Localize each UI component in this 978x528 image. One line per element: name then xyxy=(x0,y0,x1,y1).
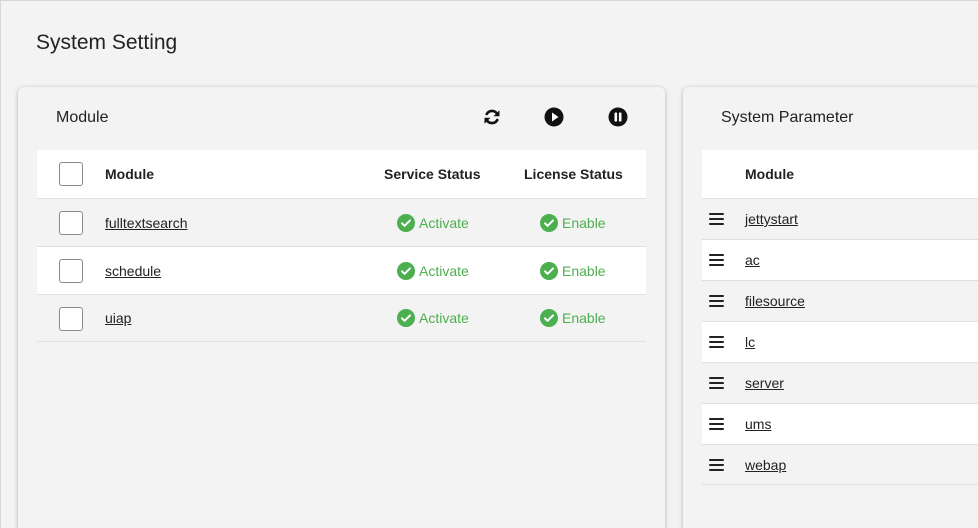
column-header-module[interactable]: Module xyxy=(105,166,154,182)
module-link[interactable]: schedule xyxy=(105,263,161,279)
refresh-button[interactable] xyxy=(481,106,503,128)
parameter-module-link[interactable]: filesource xyxy=(745,293,805,309)
refresh-icon xyxy=(484,109,500,125)
drag-handle-icon[interactable] xyxy=(709,295,724,307)
license-status: Enable xyxy=(540,261,606,280)
column-header-license-status[interactable]: License Status xyxy=(524,166,623,182)
app-frame: System Setting Module Module Service Sta… xyxy=(0,0,978,528)
table-header-row: Module Service Status License Status xyxy=(37,150,646,198)
license-status: Enable xyxy=(540,213,606,232)
parameter-table: Module jettystart ac filesource lc serve… xyxy=(702,150,978,485)
drag-handle-icon[interactable] xyxy=(709,377,724,389)
service-status: Activate xyxy=(397,213,469,232)
drag-handle-icon[interactable] xyxy=(709,418,724,430)
module-panel-title: Module xyxy=(56,109,109,126)
list-item[interactable]: jettystart xyxy=(702,198,978,239)
service-status-text: Activate xyxy=(419,310,469,326)
check-circle-icon xyxy=(397,213,415,232)
service-status: Activate xyxy=(397,261,469,280)
service-status: Activate xyxy=(397,309,469,327)
module-link[interactable]: fulltextsearch xyxy=(105,215,187,231)
list-item[interactable]: webap xyxy=(702,444,978,485)
check-circle-icon xyxy=(397,261,415,280)
play-circle-icon xyxy=(544,107,564,127)
page-title: System Setting xyxy=(36,31,178,54)
check-circle-icon xyxy=(540,309,558,327)
parameter-module-link[interactable]: jettystart xyxy=(745,211,798,227)
list-item[interactable]: ac xyxy=(702,239,978,280)
table-row: fulltextsearch Activate Enable xyxy=(37,198,646,246)
parameter-module-link[interactable]: ac xyxy=(745,252,760,268)
list-item[interactable]: ums xyxy=(702,403,978,444)
row-checkbox[interactable] xyxy=(59,259,83,283)
table-row: schedule Activate Enable xyxy=(37,246,646,294)
service-status-text: Activate xyxy=(419,214,469,231)
system-parameter-title: System Parameter xyxy=(721,109,854,126)
service-status-text: Activate xyxy=(419,262,469,279)
select-all-checkbox[interactable] xyxy=(59,162,83,186)
module-link[interactable]: uiap xyxy=(105,310,131,326)
drag-handle-icon[interactable] xyxy=(709,254,724,266)
check-circle-icon xyxy=(540,213,558,232)
list-item[interactable]: server xyxy=(702,362,978,403)
column-header-module[interactable]: Module xyxy=(745,166,794,182)
check-circle-icon xyxy=(540,261,558,280)
pause-circle-icon xyxy=(608,107,628,127)
license-status-text: Enable xyxy=(562,310,606,326)
module-panel: Module Module Service Status License Sta… xyxy=(18,87,665,528)
drag-handle-icon[interactable] xyxy=(709,336,724,348)
drag-handle-icon[interactable] xyxy=(709,213,724,225)
license-status: Enable xyxy=(540,309,606,327)
row-checkbox[interactable] xyxy=(59,211,83,235)
table-header-row: Module xyxy=(702,150,978,198)
system-parameter-panel: System Parameter Module jettystart ac fi… xyxy=(683,87,978,528)
row-checkbox[interactable] xyxy=(59,307,83,331)
start-button[interactable] xyxy=(543,106,565,128)
stop-button[interactable] xyxy=(607,106,629,128)
license-status-text: Enable xyxy=(562,214,606,231)
parameter-module-link[interactable]: server xyxy=(745,375,784,391)
table-row: uiap Activate Enable xyxy=(37,294,646,342)
parameter-module-link[interactable]: webap xyxy=(745,457,786,473)
drag-handle-icon[interactable] xyxy=(709,458,724,471)
check-circle-icon xyxy=(397,309,415,327)
list-item[interactable]: lc xyxy=(702,321,978,362)
module-table: Module Service Status License Status ful… xyxy=(37,150,646,342)
column-header-service-status[interactable]: Service Status xyxy=(384,166,481,182)
parameter-module-link[interactable]: lc xyxy=(745,334,755,350)
list-item[interactable]: filesource xyxy=(702,280,978,321)
license-status-text: Enable xyxy=(562,262,606,279)
parameter-module-link[interactable]: ums xyxy=(745,416,771,432)
